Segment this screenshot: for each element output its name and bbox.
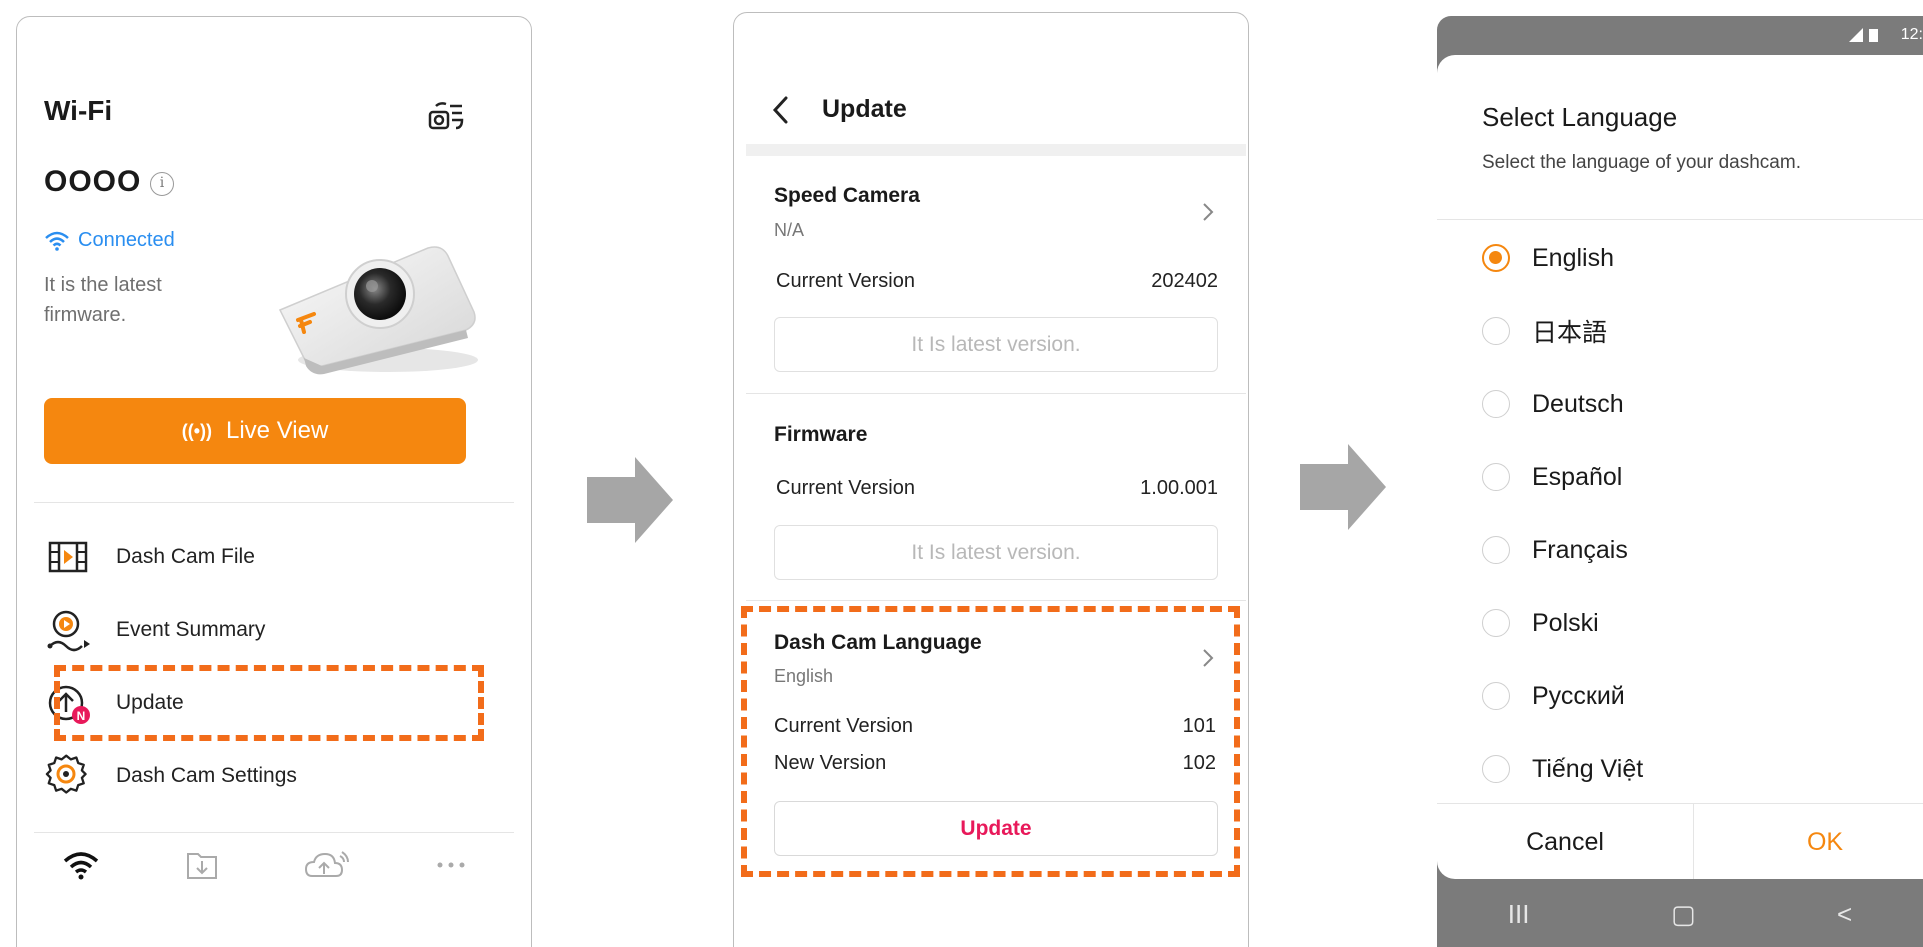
menu-label: Event Summary [116, 618, 266, 641]
language-label: Tiếng Việt [1532, 754, 1644, 783]
radio-icon[interactable] [1482, 390, 1510, 418]
firmware-version-row: Current Version 1.00.001 [776, 477, 1218, 500]
more-icon[interactable] [436, 860, 466, 870]
language-label: Русский [1532, 681, 1625, 710]
android-nav-bar: III ▢ < [1437, 879, 1923, 947]
radio-icon[interactable] [1482, 317, 1510, 345]
language-option-polish[interactable]: Polski [1482, 598, 1599, 648]
highlight-box [54, 665, 484, 741]
language-option-english[interactable]: English [1482, 233, 1614, 283]
firmware-status: It is the latest firmware. [44, 274, 162, 326]
arrow-right-icon [1300, 444, 1386, 530]
speed-camera-title: Speed Camera [774, 184, 920, 207]
version-value: 202402 [1151, 270, 1218, 292]
language-label: Français [1532, 535, 1628, 564]
version-value: 1.00.001 [1140, 477, 1218, 499]
radio-icon[interactable] [1482, 463, 1510, 491]
language-option-german[interactable]: Deutsch [1482, 379, 1624, 429]
device-name: OOOO [44, 165, 142, 198]
language-option-russian[interactable]: Русский [1482, 671, 1625, 721]
home-icon[interactable]: ▢ [1671, 899, 1696, 930]
language-option-spanish[interactable]: Español [1482, 452, 1622, 502]
speed-camera-latest-button: It Is latest version. [774, 317, 1218, 372]
radio-icon[interactable] [1482, 536, 1510, 564]
menu-item-dash-cam-settings[interactable]: Dash Cam Settings [44, 746, 484, 806]
live-view-button[interactable]: ((•)) Live View [44, 398, 466, 464]
highlight-box [741, 606, 1240, 877]
recents-icon[interactable]: III [1508, 899, 1530, 930]
film-icon [48, 541, 88, 573]
language-label: Deutsch [1532, 389, 1624, 418]
camera-list-icon[interactable] [426, 98, 466, 134]
language-option-japanese[interactable]: 日本語 [1482, 306, 1607, 356]
divider [34, 832, 514, 833]
speed-camera-version-row: Current Version 202402 [776, 270, 1218, 293]
speed-camera-subtitle: N/A [774, 220, 805, 240]
menu-label: Dash Cam Settings [116, 764, 297, 787]
info-icon[interactable]: i [150, 172, 174, 196]
menu-item-dash-cam-file[interactable]: Dash Cam File [44, 527, 484, 587]
divider [34, 502, 514, 503]
radio-icon[interactable] [1482, 609, 1510, 637]
status-bar: 12: [1437, 16, 1923, 56]
divider [1437, 219, 1923, 220]
language-option-french[interactable]: Français [1482, 525, 1628, 575]
divider [746, 600, 1246, 601]
language-option-vietnamese[interactable]: Tiếng Việt [1482, 744, 1643, 794]
menu-label: Dash Cam File [116, 545, 255, 568]
firmware-latest-button: It Is latest version. [774, 525, 1218, 580]
download-icon[interactable] [184, 848, 220, 882]
dialog-subtitle: Select the language of your dashcam. [1482, 152, 1801, 173]
version-label: Current Version [776, 270, 915, 292]
menu-item-event-summary[interactable]: Event Summary [44, 600, 484, 660]
wifi-icon[interactable] [62, 849, 100, 881]
page-title: Update [822, 95, 907, 123]
radio-icon[interactable] [1482, 682, 1510, 710]
arrow-right-icon [587, 457, 673, 543]
wifi-icon [45, 231, 69, 251]
ok-button[interactable]: OK [1694, 804, 1923, 880]
back-icon[interactable]: < [1837, 899, 1852, 930]
radio-icon[interactable] [1482, 755, 1510, 783]
event-icon [47, 610, 90, 652]
back-icon[interactable] [770, 95, 792, 125]
connection-label: Connected [78, 229, 175, 251]
gear-icon [45, 754, 87, 794]
broadcast-icon: ((•)) [181, 420, 212, 441]
language-label: 日本語 [1532, 319, 1608, 347]
firmware-title: Firmware [774, 423, 868, 446]
language-label: Polski [1532, 608, 1599, 637]
signal-battery-icon [1849, 28, 1878, 42]
dashcam-image [268, 220, 488, 380]
page-title: Wi-Fi [44, 95, 113, 126]
section-separator [746, 144, 1246, 156]
cloud-upload-icon[interactable] [304, 848, 352, 882]
dialog-title: Select Language [1482, 102, 1678, 132]
version-label: Current Version [776, 477, 915, 499]
radio-selected-icon[interactable] [1482, 244, 1510, 272]
wifi-screen [16, 16, 532, 947]
cancel-button[interactable]: Cancel [1437, 804, 1693, 880]
connection-status: Connected [44, 229, 175, 252]
bottom-nav [44, 840, 484, 890]
language-label: English [1532, 243, 1614, 272]
divider [746, 393, 1246, 394]
live-view-label: Live View [226, 417, 329, 444]
status-time: 12: [1900, 26, 1923, 43]
chevron-right-icon[interactable] [1201, 201, 1215, 223]
language-label: Español [1532, 462, 1623, 491]
